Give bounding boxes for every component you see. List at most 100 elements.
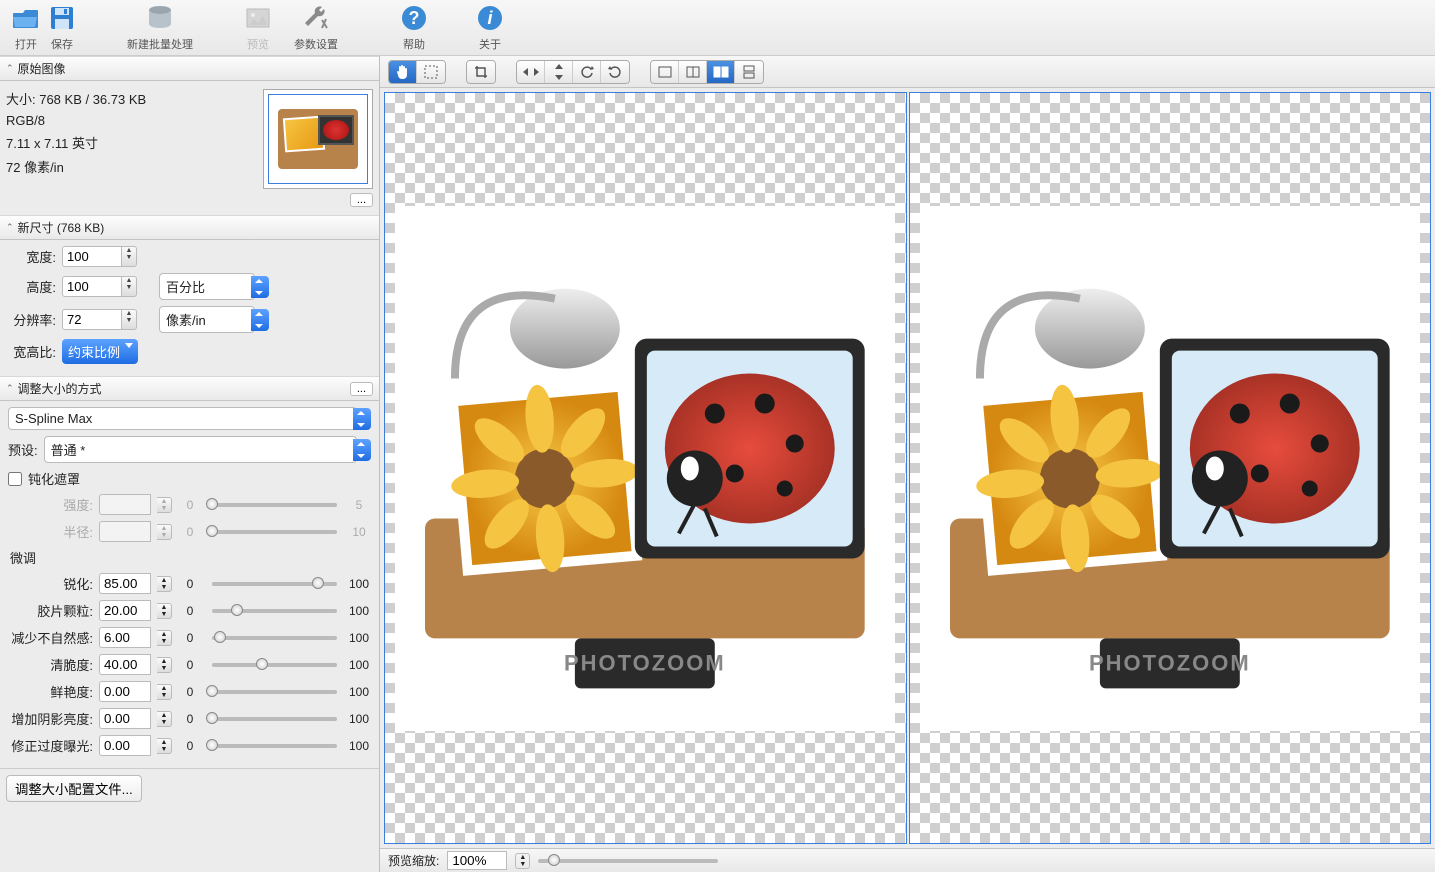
preferences-button[interactable]: 参数设置 [276, 2, 356, 52]
section-original-title: 原始图像 [18, 60, 66, 77]
preset-select[interactable]: 普通 * [44, 436, 371, 463]
radius-slider [212, 530, 337, 534]
open-button[interactable]: 打开 [8, 2, 44, 52]
layout-stacked-button[interactable] [735, 61, 763, 83]
preview-pane-left[interactable]: PHOTOZOOM [384, 92, 907, 844]
grain-stepper[interactable]: ▲▼ [157, 603, 172, 619]
radius-label: 半径: [8, 522, 93, 541]
strength-input [99, 494, 151, 515]
vivid-input[interactable] [99, 681, 151, 702]
reduce-slider[interactable] [212, 636, 337, 640]
wrench-icon [300, 2, 332, 34]
chevron-down-icon: ⌃ [6, 222, 14, 233]
app-toolbar: 打开 保存 新建批量处理 预览 参数设置 ? 帮助 i [0, 0, 1435, 56]
hand-tool-button[interactable] [389, 61, 417, 83]
zoom-slider[interactable] [538, 859, 718, 863]
preset-label: 预设: [8, 440, 38, 459]
width-label: 宽度: [8, 247, 56, 266]
shadow-label: 增加阴影亮度: [8, 709, 93, 728]
shadow-stepper[interactable]: ▲▼ [157, 711, 172, 727]
reduce-input[interactable] [99, 627, 151, 648]
reduce-label: 减少不自然感: [8, 628, 93, 647]
preview-button: 预览 [240, 2, 276, 52]
crisp-input[interactable] [99, 654, 151, 675]
new-batch-button[interactable]: 新建批量处理 [120, 2, 200, 52]
algorithm-select[interactable]: S-Spline Max [8, 407, 371, 430]
exposure-slider[interactable] [212, 744, 337, 748]
aspect-label: 宽高比: [8, 342, 56, 361]
section-newsize-header[interactable]: ⌃ 新尺寸 (768 KB) [0, 215, 379, 240]
layout-single-button[interactable] [651, 61, 679, 83]
original-resolution: 72 像素/in [6, 157, 257, 176]
unsharp-label: 钝化遮罩 [28, 469, 80, 488]
thumbnail-navigator[interactable] [263, 89, 373, 189]
unsharp-checkbox[interactable] [8, 472, 22, 486]
zoom-label: 预览缩放: [388, 852, 439, 869]
exposure-stepper[interactable]: ▲▼ [157, 738, 172, 754]
resolution-label: 分辨率: [8, 310, 56, 329]
sharpen-slider[interactable] [212, 582, 337, 586]
content-toolbar [380, 56, 1435, 88]
svg-text:?: ? [409, 8, 420, 28]
section-original-header[interactable]: ⌃ 原始图像 [0, 56, 379, 81]
sharpen-input[interactable] [99, 573, 151, 594]
layout-side-by-side-button[interactable] [707, 61, 735, 83]
about-button[interactable]: i 关于 [472, 2, 508, 52]
vivid-stepper[interactable]: ▲▼ [157, 684, 172, 700]
main-area: ⌃ 原始图像 大小: 768 KB / 36.73 KB RGB/8 7.11 … [0, 56, 1435, 872]
sharpen-stepper[interactable]: ▲▼ [157, 576, 172, 592]
layout-split-center-button[interactable] [679, 61, 707, 83]
grain-slider[interactable] [212, 609, 337, 613]
rotate-ccw-button[interactable] [573, 61, 601, 83]
preview-pane-right[interactable]: PHOTOZOOM [909, 92, 1432, 844]
help-button[interactable]: ? 帮助 [396, 2, 432, 52]
shadow-slider[interactable] [212, 717, 337, 721]
zoom-input[interactable] [447, 851, 507, 870]
thumbnail-more-button[interactable]: ... [350, 193, 373, 207]
height-input[interactable]: ▲▼ [62, 276, 137, 297]
reduce-stepper[interactable]: ▲▼ [157, 630, 172, 646]
svg-text:PHOTOZOOM: PHOTOZOOM [564, 650, 726, 675]
sidebar: ⌃ 原始图像 大小: 768 KB / 36.73 KB RGB/8 7.11 … [0, 56, 380, 872]
crop-button[interactable] [467, 61, 495, 83]
info-icon: i [474, 2, 506, 34]
rotate-cw-button[interactable] [601, 61, 629, 83]
flip-horizontal-button[interactable] [517, 61, 545, 83]
crisp-slider[interactable] [212, 663, 337, 667]
crop-group [466, 60, 496, 84]
newsize-form: 宽度: ▲▼ 高度: ▲▼ 百分比 分辨率: ▲▼ 像素/in 宽高比: 约束比… [0, 240, 379, 376]
width-input[interactable]: ▲▼ [62, 246, 137, 267]
size-unit-select[interactable]: 百分比 [159, 273, 269, 300]
crisp-label: 清脆度: [8, 655, 93, 674]
strength-label: 强度: [8, 495, 93, 514]
nav-tools-group [388, 60, 446, 84]
resize-config-button[interactable]: 调整大小配置文件... [6, 775, 142, 802]
svg-text:PHOTOZOOM: PHOTOZOOM [1089, 650, 1251, 675]
resolution-unit-select[interactable]: 像素/in [159, 306, 269, 333]
preview-image-right: PHOTOZOOM [920, 206, 1420, 731]
aspect-select[interactable]: 约束比例 [62, 339, 138, 364]
section-method-header[interactable]: ⌃ 调整大小的方式 ... [0, 376, 379, 401]
crisp-stepper[interactable]: ▲▼ [157, 657, 172, 673]
marquee-tool-button[interactable] [417, 61, 445, 83]
bottom-bar: 预览缩放: ▲▼ [380, 848, 1435, 872]
grain-input[interactable] [99, 600, 151, 621]
method-form: S-Spline Max 预设: 普通 * 钝化遮罩 强度: ▲▼ 0 5 [0, 401, 379, 768]
vivid-label: 鲜艳度: [8, 682, 93, 701]
method-more-button[interactable]: ... [350, 382, 373, 396]
preview-area: PHOTOZOOM [380, 88, 1435, 848]
chevron-down-icon: ⌃ [6, 383, 14, 394]
floppy-disk-icon [46, 2, 78, 34]
save-button[interactable]: 保存 [44, 2, 80, 52]
folder-open-icon [10, 2, 42, 34]
vivid-slider[interactable] [212, 690, 337, 694]
resolution-input[interactable]: ▲▼ [62, 309, 137, 330]
flip-rotate-group [516, 60, 630, 84]
original-mode: RGB/8 [6, 113, 257, 128]
shadow-input[interactable] [99, 708, 151, 729]
exposure-input[interactable] [99, 735, 151, 756]
help-icon: ? [398, 2, 430, 34]
section-method-title: 调整大小的方式 [18, 380, 102, 397]
flip-vertical-button[interactable] [545, 61, 573, 83]
zoom-stepper[interactable]: ▲▼ [515, 853, 530, 869]
